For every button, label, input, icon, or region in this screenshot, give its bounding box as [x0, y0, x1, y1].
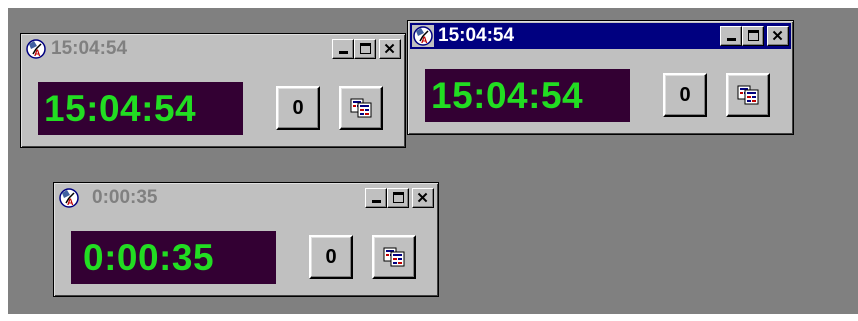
close-icon [384, 43, 395, 54]
maximize-icon [360, 43, 371, 54]
minimize-icon [727, 38, 736, 41]
copy-to-clipboard-icon [350, 98, 372, 118]
close-icon [417, 192, 428, 203]
stopwatch-window-3[interactable]: A 0:00:35 0:00:35 0 [53, 182, 439, 297]
copy-button[interactable] [726, 73, 770, 117]
stopwatch-window-1[interactable]: A 15:04:54 15:04:54 0 [20, 33, 406, 148]
minimize-icon [339, 51, 348, 54]
reset-button[interactable]: 0 [663, 73, 707, 117]
time-display-value: 15:04:54 [431, 74, 584, 116]
window-title: 0:00:35 [92, 187, 158, 208]
time-display-value: 0:00:35 [83, 236, 215, 278]
close-button[interactable] [412, 188, 434, 208]
title-bar[interactable]: A 0:00:35 [56, 185, 436, 211]
reset-button[interactable]: 0 [276, 86, 320, 130]
time-display: 0:00:35 [71, 231, 276, 284]
window-title: 15:04:54 [438, 25, 515, 46]
minimize-button[interactable] [332, 39, 354, 59]
time-display: 15:04:54 [38, 82, 243, 135]
close-button[interactable] [379, 39, 401, 59]
svg-text:A: A [34, 48, 41, 58]
svg-text:A: A [421, 35, 428, 45]
copy-to-clipboard-icon [737, 85, 759, 105]
maximize-button[interactable] [354, 39, 376, 59]
time-display: 15:04:54 [425, 69, 630, 122]
maximize-button[interactable] [387, 188, 409, 208]
title-bar[interactable]: A 15:04:54 [23, 36, 403, 62]
reset-button-label: 0 [292, 96, 304, 119]
clock-app-icon[interactable]: A [58, 187, 80, 209]
minimize-button[interactable] [365, 188, 387, 208]
close-button[interactable] [767, 26, 789, 46]
time-display-value: 15:04:54 [44, 87, 197, 129]
copy-button[interactable] [339, 86, 383, 130]
reset-button-label: 0 [679, 83, 691, 106]
close-icon [772, 30, 783, 41]
desktop: A 15:04:54 15:04:54 0 A 15:04:54 15:04:5… [8, 8, 858, 314]
title-bar[interactable]: A 15:04:54 [410, 23, 791, 49]
copy-to-clipboard-icon [383, 247, 405, 267]
minimize-icon [372, 200, 381, 203]
clock-app-icon[interactable]: A [25, 38, 47, 60]
maximize-icon [393, 192, 404, 203]
svg-text:A: A [67, 197, 74, 207]
copy-button[interactable] [372, 235, 416, 279]
clock-app-icon[interactable]: A [412, 25, 434, 47]
reset-button[interactable]: 0 [309, 235, 353, 279]
minimize-button[interactable] [720, 26, 742, 46]
maximize-button[interactable] [742, 26, 764, 46]
stopwatch-window-2[interactable]: A 15:04:54 15:04:54 0 [407, 20, 794, 135]
window-title: 15:04:54 [51, 38, 128, 59]
reset-button-label: 0 [325, 245, 337, 268]
maximize-icon [748, 30, 759, 41]
